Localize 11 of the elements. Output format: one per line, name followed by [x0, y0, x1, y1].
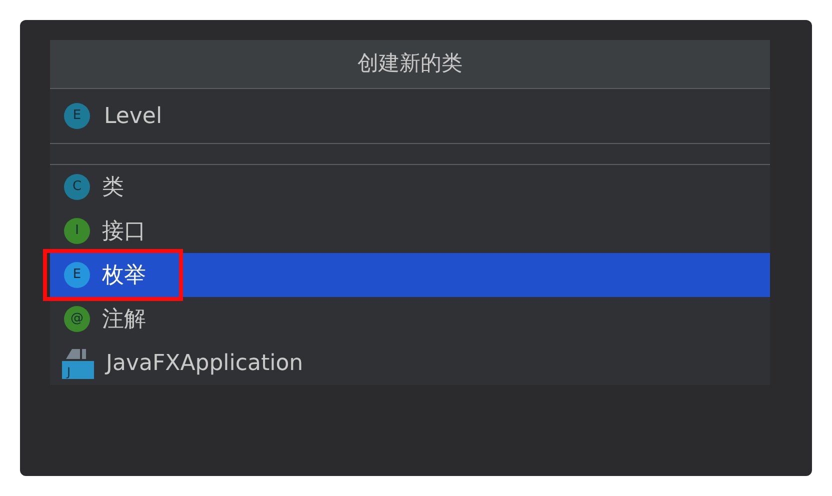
list-item[interactable]: J JavaFXApplication	[50, 341, 770, 385]
list-item[interactable]: C 类	[50, 165, 770, 209]
enum-icon: E	[64, 262, 90, 288]
list-item[interactable]: I 接口	[50, 209, 770, 253]
dialog-title: 创建新的类	[358, 50, 462, 78]
enum-icon: E	[64, 103, 90, 129]
class-icon: C	[64, 174, 90, 200]
interface-icon: I	[64, 218, 90, 244]
annotation-icon: @	[64, 306, 90, 332]
list-item[interactable]: @ 注解	[50, 297, 770, 341]
name-field[interactable]: Level	[90, 100, 690, 132]
